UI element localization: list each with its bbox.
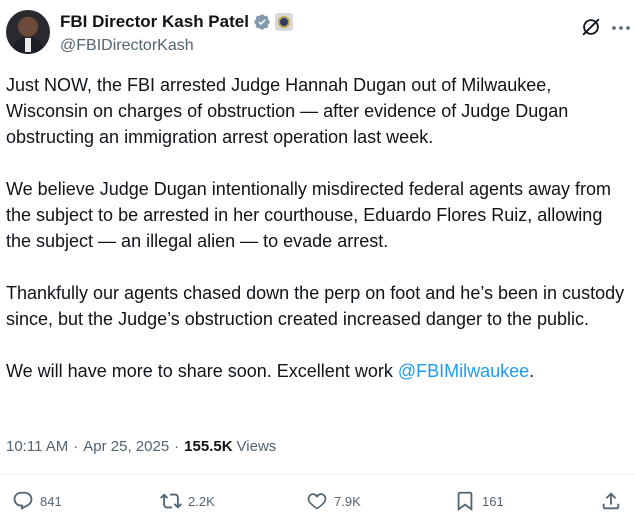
post-paragraph: Thankfully our agents chased down the pe… <box>6 283 625 329</box>
repost-button[interactable]: 2.2K <box>160 490 215 512</box>
more-options-icon[interactable] <box>611 20 631 36</box>
heart-icon <box>307 493 327 510</box>
author-handle[interactable]: @FBIDirectorKash <box>60 37 293 55</box>
verified-badge-icon[interactable] <box>253 13 271 31</box>
seal-emblem <box>277 16 290 28</box>
author-names: FBI Director Kash Patel @FBIDirectorKash <box>60 11 293 55</box>
views-label: Views <box>236 438 277 455</box>
action-bar: 841 2.2K 7.9K 161 <box>8 490 628 518</box>
avatar-shirt <box>25 38 31 52</box>
mention-link[interactable]: @FBIMilwaukee <box>398 361 529 381</box>
display-name-row: FBI Director Kash Patel <box>60 11 293 33</box>
divider <box>0 474 635 475</box>
post-paragraph: We believe Judge Dugan intentionally mis… <box>6 179 612 251</box>
display-name[interactable]: FBI Director Kash Patel <box>60 12 249 32</box>
final-text-suffix: . <box>529 361 535 381</box>
share-button[interactable] <box>600 490 628 512</box>
reply-count: 841 <box>40 493 62 509</box>
post-paragraph-final: We will have more to share soon. Excelle… <box>6 358 628 384</box>
bookmark-button[interactable]: 161 <box>454 490 504 512</box>
bookmark-icon <box>457 491 473 512</box>
final-text-prefix: We will have more to share soon. Excelle… <box>6 361 398 381</box>
share-icon <box>602 492 620 510</box>
reply-icon <box>13 491 33 510</box>
reply-button[interactable]: 841 <box>12 490 62 512</box>
meta-separator: · <box>73 438 79 455</box>
avatar[interactable] <box>6 10 50 54</box>
repost-count: 2.2K <box>188 493 215 509</box>
post-text: Just NOW, the FBI arrested Judge Hannah … <box>6 72 628 410</box>
post-meta: 10:11 AM · Apr 25, 2025 · 155.5K Views <box>6 438 276 455</box>
post-time[interactable]: 10:11 AM <box>6 438 68 455</box>
post-header: FBI Director Kash Patel @FBIDirectorKash <box>6 8 631 60</box>
like-button[interactable]: 7.9K <box>306 490 361 512</box>
views-count[interactable]: 155.5K <box>184 438 232 455</box>
grok-icon[interactable] <box>580 16 602 38</box>
bookmark-count: 161 <box>482 493 504 509</box>
post-paragraph: Just NOW, the FBI arrested Judge Hannah … <box>6 75 569 147</box>
government-seal-icon[interactable] <box>274 13 293 31</box>
post-date[interactable]: Apr 25, 2025 <box>83 438 169 455</box>
like-count: 7.9K <box>334 493 361 509</box>
repost-icon <box>160 493 182 509</box>
meta-separator: · <box>174 438 180 455</box>
